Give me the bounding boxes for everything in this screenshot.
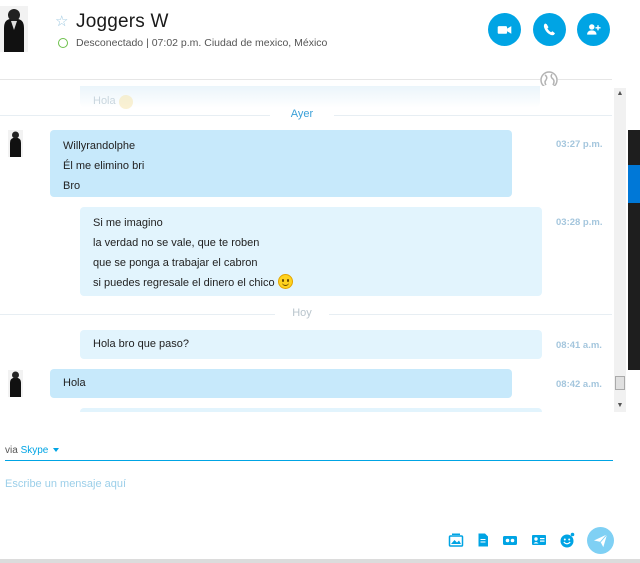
date-divider-yesterday: Ayer (0, 108, 612, 122)
add-person-icon (587, 24, 601, 35)
emoticon-icon (560, 532, 575, 548)
video-message-button[interactable] (502, 532, 518, 548)
message-bubble-outgoing[interactable]: Si me imagino la verdad no se vale, que … (80, 207, 542, 296)
presence-text: Desconectado (76, 37, 144, 49)
adjacent-window-accent (628, 165, 640, 203)
emoticons-button[interactable] (559, 532, 575, 548)
send-contact-button[interactable] (531, 532, 547, 548)
date-divider-label: Hoy (292, 307, 312, 319)
scrollbar-thumb[interactable] (615, 376, 625, 390)
message-line-with-emoji: si puedes regresale el dinero el chico (93, 273, 529, 293)
message-line: que se ponga a trabajar el cabron (93, 257, 258, 269)
smile-emoji-icon (277, 274, 293, 289)
message-timestamp: 03:27 p.m. (556, 139, 603, 150)
audio-call-button[interactable] (533, 13, 566, 46)
message-bubble-outgoing[interactable]: Hola bro que paso? (80, 330, 542, 359)
add-people-button[interactable] (577, 13, 610, 46)
send-contact-icon (532, 535, 546, 545)
message-input[interactable] (5, 476, 585, 492)
message-line: Willyrandolphe (63, 140, 136, 152)
scrolled-message-fade (80, 86, 540, 108)
partially-hidden-message: Hola (93, 95, 116, 107)
message-list[interactable]: Hola Ayer Willyrandolphe Él me elimino b… (0, 86, 612, 412)
phone-icon (543, 23, 556, 36)
send-image-button[interactable] (448, 532, 464, 548)
via-service[interactable]: Skype (21, 445, 49, 456)
message-timestamp: 08:41 a.m. (556, 340, 602, 351)
local-time-location: 07:02 p.m. Ciudad de mexico, México (151, 37, 328, 49)
video-call-button[interactable] (488, 13, 521, 46)
video-message-icon (503, 536, 517, 545)
send-file-button[interactable] (475, 532, 491, 548)
message-bubble-incoming[interactable]: Willyrandolphe Él me elimino bri Bro (50, 130, 512, 197)
presence-offline-icon (58, 38, 68, 48)
message-timestamp: 03:28 p.m. (556, 217, 603, 228)
sender-avatar[interactable] (8, 130, 23, 157)
send-via-selector[interactable]: via Skype (5, 445, 60, 456)
message-timestamp: 08:42 a.m. (556, 379, 602, 390)
message-list-scrollbar[interactable]: ▲ ▼ (614, 88, 626, 412)
send-button[interactable] (587, 527, 614, 554)
message-line: Hola (63, 377, 86, 389)
send-icon (593, 534, 608, 548)
via-label: via (5, 445, 18, 456)
contact-avatar[interactable] (0, 6, 28, 52)
date-divider-label: Ayer (290, 108, 314, 120)
favorite-star-icon[interactable]: ☆ (55, 13, 68, 31)
conversation-header: ☆ Joggers W Desconectado | 07:02 p.m. Ci… (0, 0, 612, 80)
window-bottom-edge (0, 559, 640, 563)
message-line: la verdad no se vale, que te roben (93, 237, 260, 249)
chevron-down-icon (53, 448, 60, 452)
composer-underline (5, 460, 613, 461)
send-image-icon (448, 533, 464, 547)
scroll-up-arrow-icon[interactable]: ▲ (614, 88, 626, 100)
contact-name: Joggers W (76, 11, 169, 32)
message-line: Él me elimino bri (63, 160, 145, 172)
contact-status: Desconectado | 07:02 p.m. Ciudad de mexi… (76, 37, 327, 49)
message-line: si puedes regresale el dinero el chico (93, 277, 275, 289)
sender-avatar[interactable] (8, 370, 23, 397)
message-line: Bro (63, 180, 81, 192)
message-bubble-incoming[interactable]: Hola (50, 369, 512, 398)
date-divider-today: Hoy (0, 307, 612, 321)
video-camera-icon (497, 26, 512, 34)
status-separator: | (146, 37, 149, 49)
message-line: Si me imagino (93, 217, 163, 229)
message-bubble-partial[interactable] (80, 408, 542, 412)
send-file-icon (478, 533, 488, 547)
scroll-down-arrow-icon[interactable]: ▼ (614, 400, 626, 412)
partially-hidden-emoji-icon (119, 95, 133, 109)
message-line: Hola bro que paso? (93, 338, 190, 350)
